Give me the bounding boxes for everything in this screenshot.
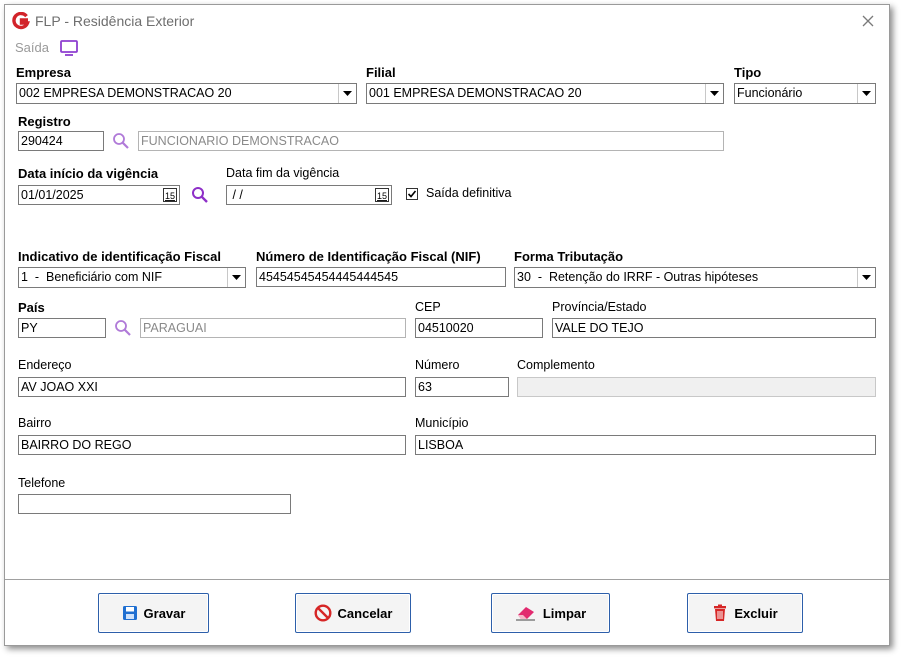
empresa-value: 002 EMPRESA DEMONSTRACAO 20 — [19, 86, 232, 100]
complemento-label: Complemento — [517, 358, 595, 372]
check-icon — [407, 190, 417, 198]
indicativo-label: Indicativo de identificação Fiscal — [18, 249, 222, 264]
nif-input[interactable]: 45454545454445444545 — [256, 267, 506, 287]
chevron-down-icon — [862, 275, 871, 280]
bairro-input[interactable]: BAIRRO DO REGO — [18, 435, 406, 455]
excluir-button[interactable]: Excluir — [687, 593, 803, 633]
filial-label: Filial — [366, 65, 396, 80]
pais-name-field: PARAGUAI — [140, 318, 406, 338]
pais-search-icon[interactable] — [114, 319, 132, 337]
limpar-label: Limpar — [542, 605, 587, 621]
limpar-button[interactable]: Limpar — [491, 593, 610, 633]
gravar-label: Gravar — [143, 605, 186, 621]
close-button[interactable] — [857, 10, 879, 32]
forma-tributacao-select[interactable]: 30 - Retenção do IRRF - Outras hipóteses — [514, 267, 876, 288]
saida-definitiva-label: Saída definitiva — [426, 186, 512, 200]
indicativo-value: 1 - Beneficiário com NIF — [21, 270, 163, 284]
municipio-label: Município — [415, 416, 469, 430]
registro-input[interactable]: 290424 — [18, 131, 104, 151]
forma-tributacao-label: Forma Tributação — [514, 249, 624, 264]
app-logo-icon — [12, 12, 30, 30]
nif-label: Número de Identificação Fiscal (NIF) — [256, 249, 481, 264]
data-inicio-value: 01/01/2025 — [21, 188, 84, 202]
close-icon — [862, 15, 874, 27]
gravar-button[interactable]: Gravar — [98, 593, 209, 633]
telefone-label: Telefone — [18, 476, 66, 490]
municipio-input[interactable]: LISBOA — [415, 435, 876, 455]
data-fim-value: / / — [229, 188, 243, 202]
cancelar-label: Cancelar — [337, 605, 393, 621]
save-icon — [122, 606, 137, 620]
tipo-dropdown-arrow[interactable] — [857, 84, 875, 103]
pais-code-input[interactable]: PY — [18, 318, 106, 338]
calendar-icon: 15 — [163, 188, 177, 202]
data-inicio-input[interactable]: 01/01/2025 15 — [18, 185, 180, 205]
complemento-input — [517, 377, 876, 397]
chevron-down-icon — [862, 91, 871, 96]
tipo-value: Funcionário — [737, 86, 803, 100]
cancel-icon — [314, 604, 332, 622]
data-fim-calendar-glyph: 15 — [377, 191, 387, 201]
endereco-input[interactable]: AV JOAO XXI — [18, 377, 406, 397]
empresa-label: Empresa — [16, 65, 71, 80]
footer-divider — [5, 579, 889, 580]
tipo-select[interactable]: Funcionário — [734, 83, 876, 104]
calendar-icon: 15 — [375, 188, 389, 202]
bairro-label: Bairro — [18, 416, 52, 430]
saida-definitiva-checkbox[interactable] — [406, 188, 418, 200]
monitor-icon[interactable] — [59, 39, 79, 57]
data-inicio-label: Data início da vigência — [18, 166, 159, 181]
title-bar: FLP - Residência Exterior — [5, 5, 889, 37]
forma-tributacao-dropdown-arrow[interactable] — [857, 268, 875, 287]
trash-icon — [714, 604, 727, 621]
eraser-icon — [515, 607, 535, 621]
chevron-down-icon — [710, 91, 719, 96]
data-fim-input[interactable]: / / 15 — [226, 185, 392, 205]
excluir-label: Excluir — [734, 605, 778, 621]
filial-dropdown-arrow[interactable] — [705, 84, 723, 103]
residencia-exterior-window: FLP - Residência Exterior Saída Empresa … — [4, 4, 890, 646]
numero-label: Número — [415, 358, 460, 372]
window-title: FLP - Residência Exterior — [35, 13, 195, 29]
cancelar-button[interactable]: Cancelar — [295, 593, 411, 633]
pais-label: País — [18, 300, 45, 315]
provincia-input[interactable]: VALE DO TEJO — [552, 318, 876, 338]
registro-search-icon[interactable] — [112, 132, 130, 150]
telefone-input[interactable] — [18, 494, 291, 514]
forma-tributacao-value: 30 - Retenção do IRRF - Outras hipóteses — [517, 270, 759, 284]
menu-saida[interactable]: Saída — [15, 40, 49, 55]
cep-label: CEP — [415, 300, 441, 314]
data-fim-label: Data fim da vigência — [226, 166, 340, 180]
data-inicio-calendar-button[interactable]: 15 — [163, 188, 177, 202]
filial-select[interactable]: 001 EMPRESA DEMONSTRACAO 20 — [366, 83, 724, 104]
chevron-down-icon — [232, 275, 241, 280]
endereco-label: Endereço — [18, 358, 72, 372]
empresa-select[interactable]: 002 EMPRESA DEMONSTRACAO 20 — [16, 83, 357, 104]
provincia-label: Província/Estado — [552, 300, 647, 314]
tipo-label: Tipo — [734, 65, 762, 80]
chevron-down-icon — [343, 91, 352, 96]
data-inicio-search-icon[interactable] — [191, 186, 209, 204]
data-inicio-calendar-glyph: 15 — [165, 191, 175, 201]
cep-input[interactable]: 04510020 — [415, 318, 543, 338]
indicativo-dropdown-arrow[interactable] — [227, 268, 245, 287]
filial-value: 001 EMPRESA DEMONSTRACAO 20 — [369, 86, 582, 100]
registro-name-field: FUNCIONARIO DEMONSTRACAO — [138, 131, 724, 151]
empresa-dropdown-arrow[interactable] — [338, 84, 356, 103]
data-fim-calendar-button[interactable]: 15 — [375, 188, 389, 202]
registro-label: Registro — [18, 114, 71, 129]
indicativo-select[interactable]: 1 - Beneficiário com NIF — [18, 267, 246, 288]
numero-input[interactable]: 63 — [415, 377, 509, 397]
